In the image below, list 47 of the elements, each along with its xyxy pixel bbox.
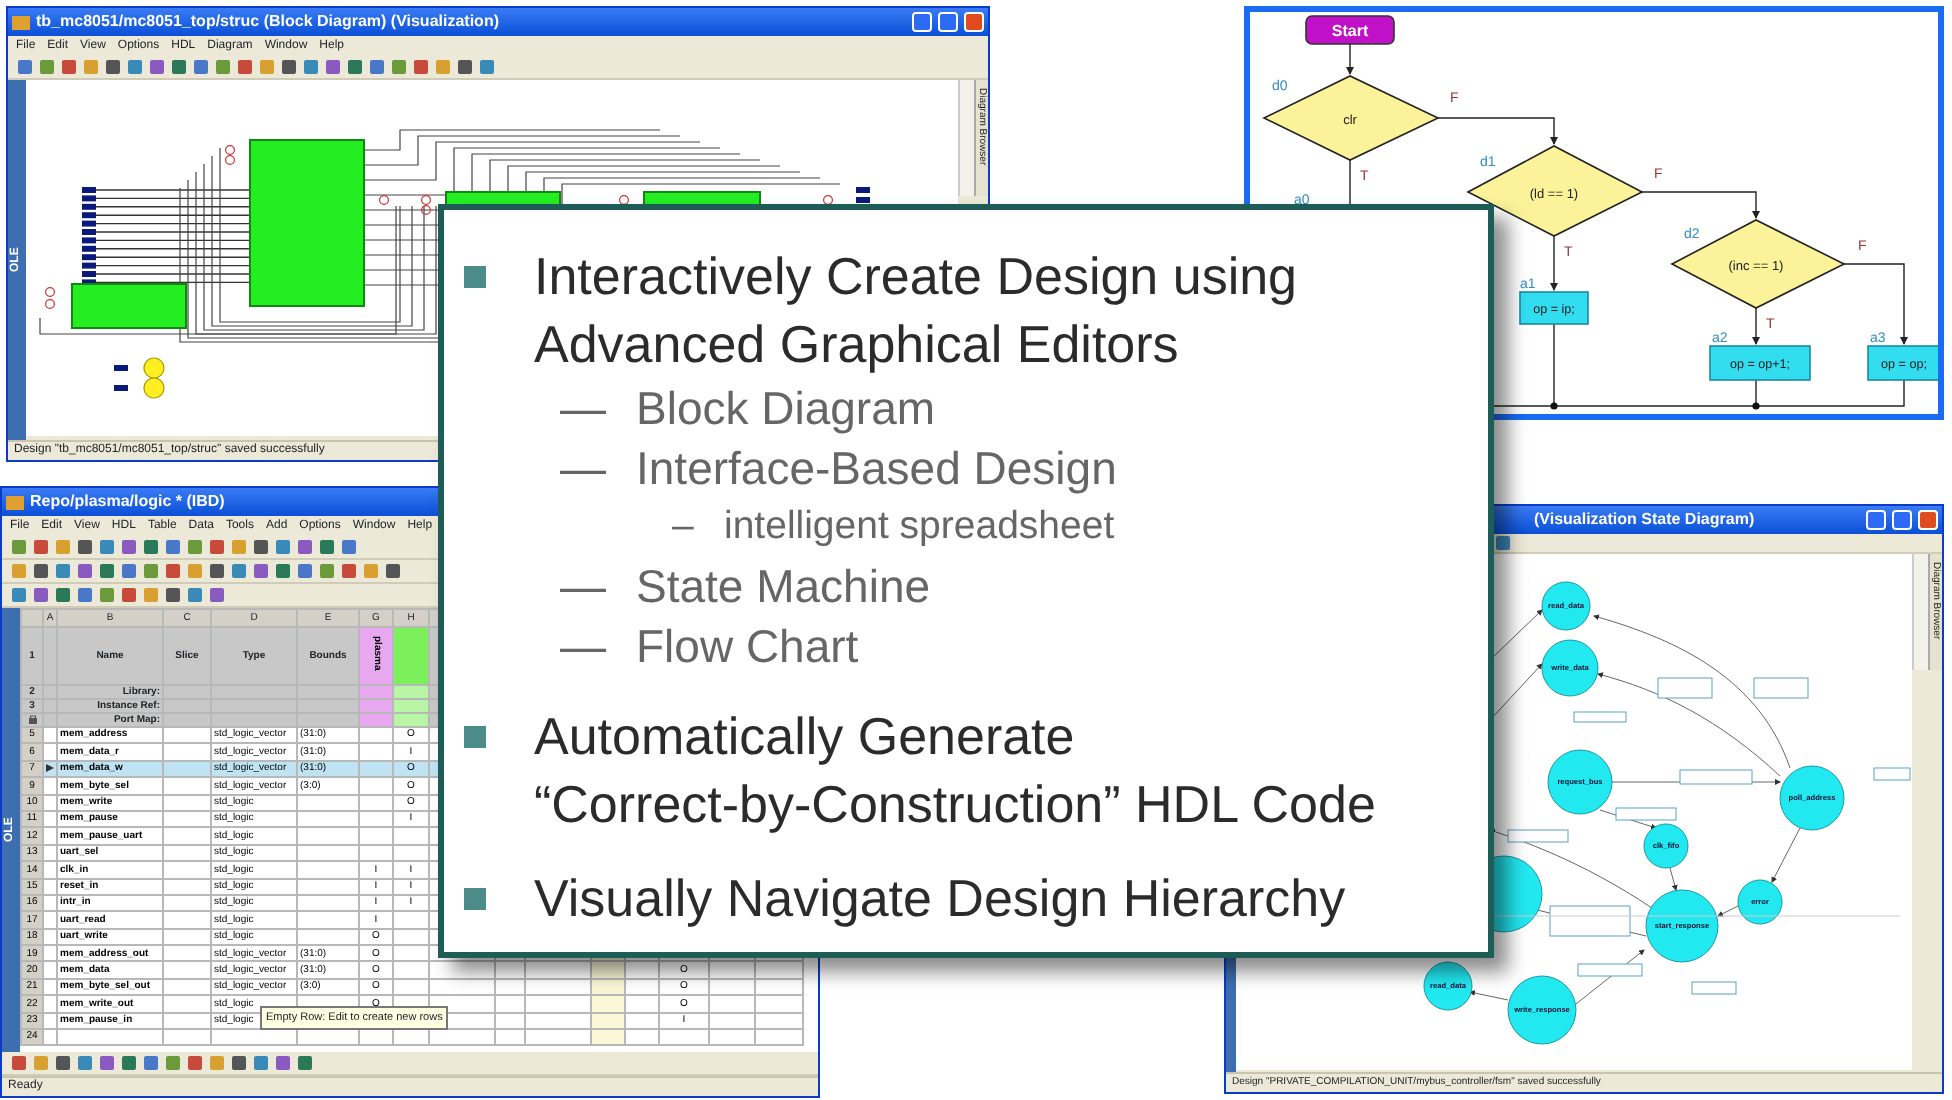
sub-bullet-text: State Machine (636, 558, 931, 616)
transition-label-drawing (1507, 829, 1569, 843)
transition-arrow (1717, 905, 1739, 917)
transition-label-drawing (1573, 711, 1627, 723)
bullet-icon (464, 726, 486, 748)
minimize-button[interactable] (1866, 510, 1886, 530)
toolbar-icon[interactable] (1494, 534, 1512, 552)
transition-arrow (1489, 609, 1543, 661)
transition-label-drawing (1615, 807, 1677, 821)
scroll-bar[interactable] (1912, 554, 1928, 670)
app-icon (6, 493, 24, 511)
sub-bullet-text: Flow Chart (636, 618, 859, 676)
dash-marker: — (560, 558, 608, 616)
window-title: tb_mc8051/mc8051_top/struc (Block Diagram) (Visualization) (36, 10, 501, 34)
sub-bullet-text: Block Diagram (636, 380, 936, 438)
lock-icon (27, 714, 37, 725)
bullet-text: Visually Navigate Design Hierarchy (534, 866, 1346, 932)
maximize-button[interactable] (1892, 510, 1912, 530)
sub-bullet-text: intelligent spreadsheet (724, 502, 1115, 552)
close-button[interactable] (1918, 510, 1938, 530)
scroll-bar[interactable] (958, 80, 974, 196)
transition-arrow (1771, 827, 1801, 883)
transition-arrow (1669, 867, 1678, 891)
transition-label-drawing (1753, 677, 1809, 699)
dash-marker: – (672, 502, 696, 552)
transition-label-drawing (1549, 905, 1631, 937)
transition-label-drawing (1679, 769, 1753, 785)
bullet-text: Automatically Generate “Correct-by-Construction” HDL Code (534, 704, 1376, 838)
close-button[interactable] (964, 12, 984, 32)
app-icon (12, 13, 30, 31)
window-title: Repo/plasma/logic * (IBD) (30, 490, 227, 514)
transition-arrow (1489, 663, 1543, 721)
minimize-button[interactable] (912, 12, 932, 32)
transition-arrow (1469, 990, 1509, 1001)
junction-dot (1550, 402, 1558, 410)
dash-marker: — (560, 618, 608, 676)
start-node: Start (1305, 15, 1395, 45)
transition-label-drawing (1657, 677, 1713, 699)
bullet-icon (464, 266, 486, 288)
window-title: (Visualization State Diagram) (1532, 508, 1757, 532)
maximize-button[interactable] (938, 12, 958, 32)
dash-marker: — (560, 380, 608, 438)
bullet-text: Interactively Create Design using Advanced Graphical Editors (534, 244, 1298, 378)
transition-label-drawing (1691, 981, 1737, 995)
transition-label-drawing (1577, 963, 1643, 977)
junction-dot (1752, 402, 1760, 410)
bullet-icon (464, 888, 486, 910)
